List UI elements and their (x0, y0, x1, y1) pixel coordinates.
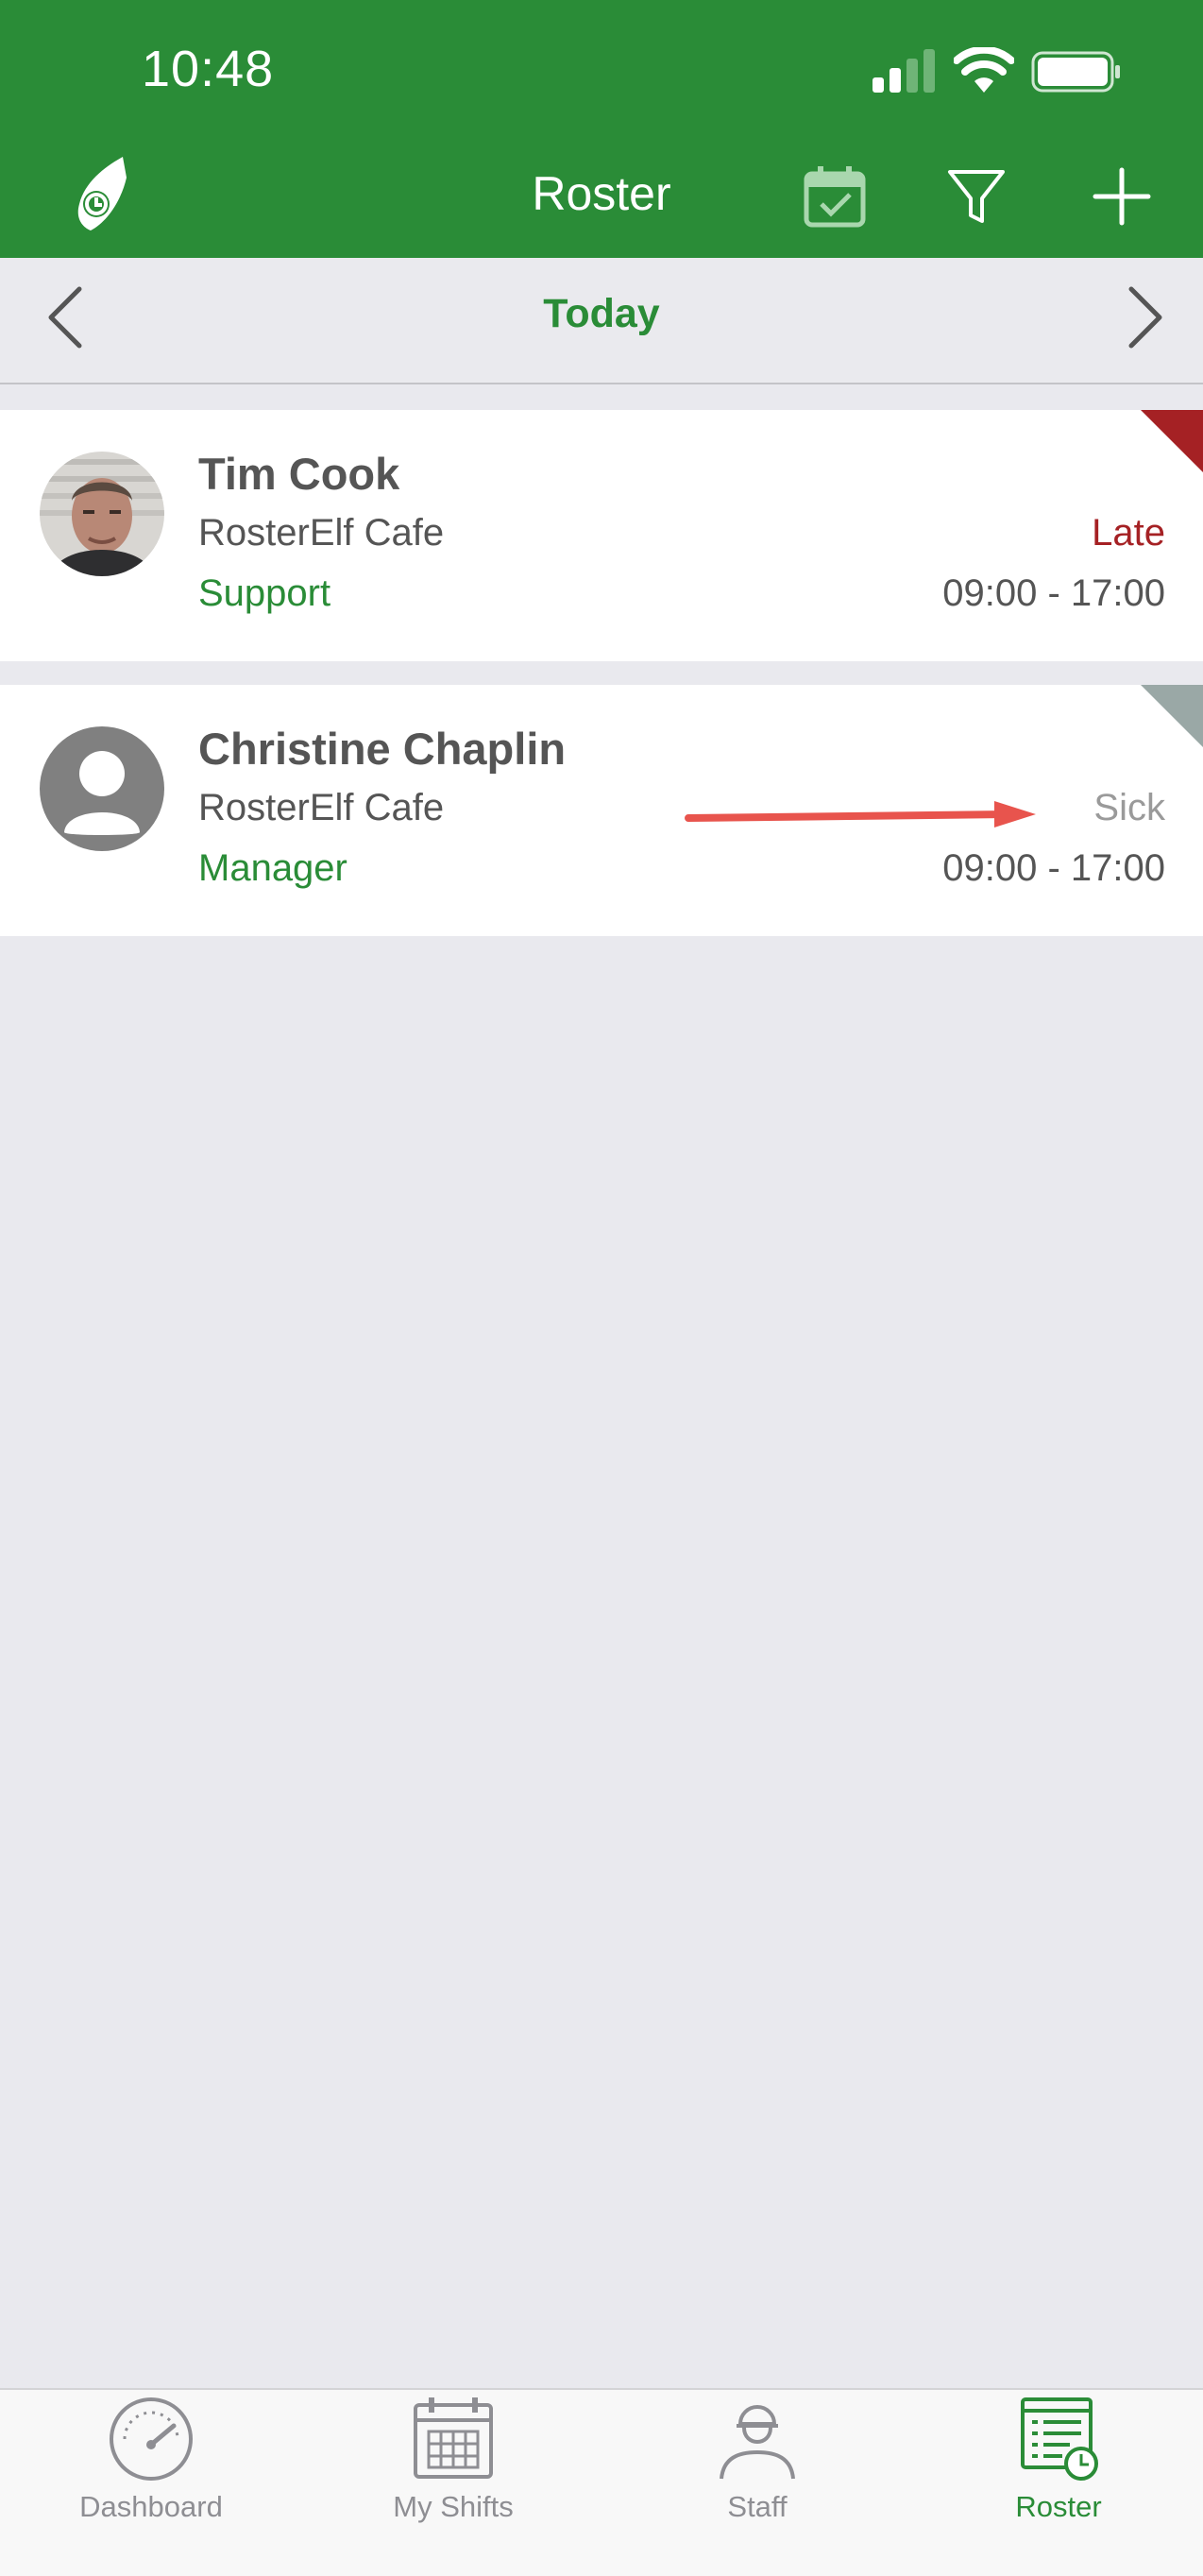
roster-shift-card[interactable]: Tim Cook RosterElf Cafe Support Late 09:… (0, 410, 1203, 661)
employee-name: Tim Cook (198, 449, 400, 499)
shift-time: 09:00 - 17:00 (942, 572, 1165, 614)
worker-helmet-icon (720, 2405, 795, 2480)
chevron-right-icon[interactable] (1124, 283, 1169, 351)
tab-my-shifts[interactable]: My Shifts (335, 2394, 571, 2535)
employee-location: RosterElf Cafe (198, 512, 445, 554)
avatar (40, 452, 164, 576)
late-status-corner (1141, 410, 1203, 472)
day-label[interactable]: Today (0, 291, 1203, 337)
shift-status: Sick (1093, 787, 1165, 828)
annotation-arrow-icon (685, 801, 1036, 827)
employee-name: Christine Chaplin (198, 724, 567, 774)
tab-label: Staff (727, 2490, 788, 2523)
tab-label: Dashboard (79, 2490, 223, 2523)
tab-staff[interactable]: Staff (639, 2394, 875, 2535)
shift-status: Late (1092, 512, 1165, 554)
page-title: Roster (532, 167, 671, 220)
tab-roster[interactable]: Roster (940, 2394, 1177, 2535)
tab-label: Roster (1015, 2490, 1102, 2523)
dashboard-gauge-icon (110, 2397, 193, 2481)
battery-icon (1031, 51, 1120, 93)
cellular-signal-icon (873, 49, 935, 93)
shift-time: 09:00 - 17:00 (942, 847, 1165, 889)
tab-label: My Shifts (393, 2490, 514, 2523)
tab-dashboard[interactable]: Dashboard (33, 2394, 269, 2535)
add-icon[interactable] (1088, 162, 1156, 230)
roster-list-clock-icon (1021, 2397, 1098, 2481)
wifi-icon (954, 47, 1014, 93)
employee-location: RosterElf Cafe (198, 787, 445, 828)
filter-icon[interactable] (942, 162, 1010, 230)
employee-role: Support (198, 572, 331, 614)
calendar-grid-icon (414, 2397, 493, 2479)
employee-role: Manager (198, 847, 347, 889)
status-bar-time: 10:48 (142, 41, 275, 97)
sick-status-corner (1141, 685, 1203, 747)
calendar-check-icon[interactable] (801, 162, 869, 230)
avatar (40, 726, 164, 851)
